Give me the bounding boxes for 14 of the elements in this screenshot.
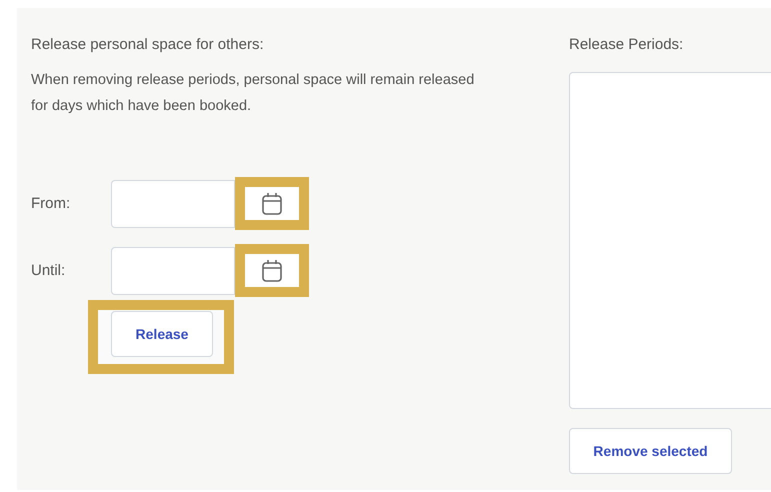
periods-list[interactable]	[569, 72, 771, 409]
field-label: From:	[31, 195, 72, 212]
field-label: Until:	[31, 262, 66, 279]
calendar-icon	[261, 258, 283, 282]
release-button[interactable]: Release	[111, 311, 213, 357]
date-field[interactable]	[111, 180, 235, 228]
calendar-icon	[261, 192, 283, 216]
calendar-button[interactable]	[245, 187, 299, 220]
info-text: When removing release periods, personal space will remain released for days which have been booked.	[31, 71, 476, 116]
section-title: Release Periods:	[569, 35, 684, 55]
date-field[interactable]	[111, 246, 235, 294]
remove-selected-button[interactable]: Remove selected	[569, 428, 732, 474]
section-title: Release personal space for others:	[31, 35, 265, 55]
calendar-button[interactable]	[245, 254, 299, 287]
